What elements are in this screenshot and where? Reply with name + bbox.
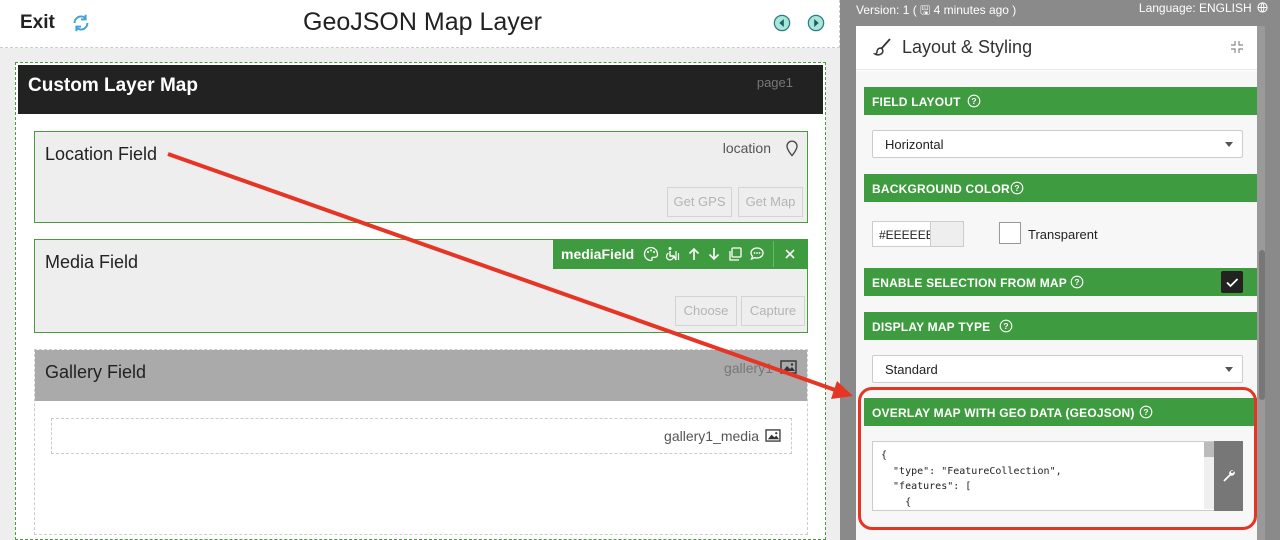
help-icon[interactable]: ? xyxy=(1139,405,1153,419)
previous-page-button[interactable] xyxy=(773,14,791,32)
enable-selection-section: ENABLE SELECTION FROM MAP ? xyxy=(864,268,1258,296)
help-icon[interactable]: ? xyxy=(967,94,981,108)
move-down-icon[interactable] xyxy=(706,246,722,262)
transparent-checkbox[interactable] xyxy=(999,222,1021,244)
accessibility-icon[interactable] xyxy=(665,246,681,262)
map-pin-icon xyxy=(786,140,798,157)
gallery-field-id: gallery1 xyxy=(723,360,773,376)
properties-sidebar: Version: 1 ( 🖫 4 minutes ago ) Language:… xyxy=(840,0,1280,540)
textarea-scroll-thumb[interactable] xyxy=(1204,442,1214,457)
choose-button[interactable]: Choose xyxy=(675,296,737,326)
gallery-field-header: Gallery Field gallery1 xyxy=(35,350,807,401)
collapse-icon[interactable] xyxy=(1230,40,1244,54)
textarea-scroll-track[interactable] xyxy=(1204,457,1214,509)
display-map-type-label: DISPLAY MAP TYPE xyxy=(872,320,991,334)
media-field-title: Media Field xyxy=(45,252,139,272)
language-label: Language: ENGLISH xyxy=(1138,1,1252,15)
help-icon[interactable]: ? xyxy=(999,319,1013,333)
field-layout-select[interactable]: Horizontal xyxy=(872,130,1243,158)
svg-text:?: ? xyxy=(1003,321,1008,331)
display-map-type-section: DISPLAY MAP TYPE ? xyxy=(864,312,1258,340)
field-toolbar: mediaField xyxy=(553,239,808,269)
form-canvas: Custom Layer Map page1 Location Field lo… xyxy=(0,48,840,540)
version-info: Version: 1 ( 🖫 4 minutes ago ) xyxy=(856,3,1017,17)
geojson-textarea[interactable]: { "type": "FeatureCollection", "features… xyxy=(872,441,1215,511)
get-gps-button[interactable]: Get GPS xyxy=(667,187,732,217)
page-header[interactable]: Custom Layer Map page1 xyxy=(18,65,823,114)
wrench-icon xyxy=(1223,470,1235,482)
svg-text:?: ? xyxy=(1014,183,1019,193)
help-icon[interactable]: ? xyxy=(1070,275,1084,289)
geojson-edit-button[interactable] xyxy=(1214,441,1243,511)
move-up-icon[interactable] xyxy=(686,246,702,262)
svg-text:?: ? xyxy=(1143,407,1148,417)
panel-header: Layout & Styling xyxy=(856,26,1258,70)
enable-selection-label: ENABLE SELECTION FROM MAP xyxy=(872,276,1068,290)
page-heading: Custom Layer Map xyxy=(28,75,198,96)
location-field-title: Location Field xyxy=(45,144,158,164)
page-title: GeoJSON Map Layer xyxy=(303,8,542,36)
sidebar-status-bar: Version: 1 ( 🖫 4 minutes ago ) Language:… xyxy=(840,0,1280,18)
panel-body: FIELD LAYOUT ? Horizontal BACKGROUND COL… xyxy=(856,71,1258,540)
media-field[interactable]: Media Field mediaField Choose Capture xyxy=(34,239,808,333)
field-layout-value: Horizontal xyxy=(885,137,944,152)
next-page-button[interactable] xyxy=(807,14,825,32)
duplicate-icon[interactable] xyxy=(727,246,743,262)
help-icon[interactable]: ? xyxy=(1010,181,1024,195)
overlay-geojson-section: OVERLAY MAP WITH GEO DATA (GEOJSON) ? xyxy=(864,398,1258,426)
location-field[interactable]: Location Field location Get GPS Get Map xyxy=(34,131,808,223)
background-color-value: #EEEEEE xyxy=(879,228,934,242)
sidebar-scroll-thumb[interactable] xyxy=(1259,250,1265,400)
display-map-type-select[interactable]: Standard xyxy=(872,355,1243,383)
background-color-section: BACKGROUND COLOR ? xyxy=(864,174,1258,202)
form-page[interactable]: Custom Layer Map page1 Location Field lo… xyxy=(15,62,826,540)
page-id-label: page1 xyxy=(756,75,793,90)
panel-title: Layout & Styling xyxy=(902,37,1033,57)
field-layout-label: FIELD LAYOUT xyxy=(872,95,961,109)
field-layout-section: FIELD LAYOUT ? xyxy=(864,87,1258,115)
color-swatch[interactable] xyxy=(930,222,963,246)
globe-icon xyxy=(1257,2,1268,13)
location-field-id: location xyxy=(722,140,771,156)
enable-selection-toggle[interactable] xyxy=(1221,271,1243,293)
display-map-type-value: Standard xyxy=(885,362,938,377)
transparent-label: Transparent xyxy=(1028,227,1098,242)
toolbar-divider xyxy=(773,241,774,267)
overlay-geojson-label: OVERLAY MAP WITH GEO DATA (GEOJSON) xyxy=(872,406,1135,420)
close-icon[interactable] xyxy=(782,246,798,262)
svg-text:?: ? xyxy=(971,96,976,106)
capture-button[interactable]: Capture xyxy=(741,296,805,326)
layout-styling-panel: Layout & Styling FIELD LAYOUT ? Horizont… xyxy=(856,26,1258,540)
get-map-button[interactable]: Get Map xyxy=(738,187,803,217)
language-selector[interactable]: Language: ENGLISH xyxy=(1139,1,1268,15)
chevron-down-icon xyxy=(1225,367,1233,372)
image-icon xyxy=(780,360,797,374)
background-color-input[interactable]: #EEEEEE xyxy=(872,221,964,247)
gallery-media-id: gallery1_media xyxy=(664,428,759,444)
image-icon xyxy=(765,429,781,442)
palette-icon[interactable] xyxy=(643,246,659,262)
background-color-label: BACKGROUND COLOR xyxy=(872,182,1010,196)
top-bar: Exit GeoJSON Map Layer xyxy=(0,0,840,48)
brush-icon xyxy=(873,38,891,56)
gallery-field-title: Gallery Field xyxy=(45,362,147,382)
comment-icon[interactable] xyxy=(749,246,765,262)
gallery-media-field[interactable]: gallery1_media xyxy=(51,418,792,454)
chevron-down-icon xyxy=(1225,142,1233,147)
gallery-field[interactable]: Gallery Field gallery1 gallery1_media xyxy=(34,349,808,535)
toolbar-field-id: mediaField xyxy=(561,246,635,262)
svg-text:?: ? xyxy=(1074,277,1079,287)
